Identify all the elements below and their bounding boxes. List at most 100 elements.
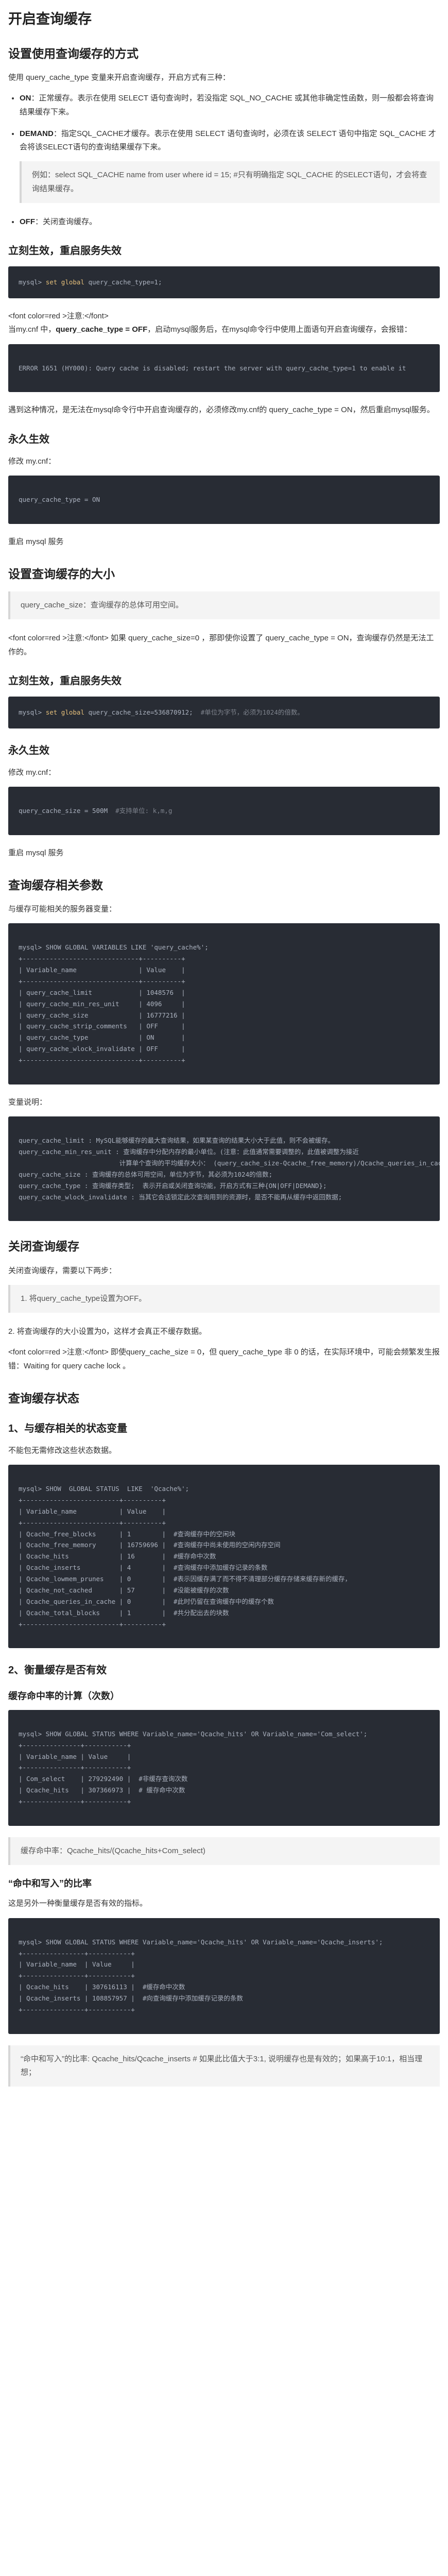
heading-hit-write-ratio: “命中和写入”的比率	[8, 1878, 92, 1889]
code-line: 计算单个查询的平均缓存大小： (query_cache_size-Qcache_…	[19, 1159, 440, 1167]
list-item-text: ：关闭查询缓存。	[35, 217, 97, 226]
code-line: | query_cache_type | ON |	[19, 1033, 185, 1042]
code-block: mysql> SHOW GLOBAL STATUS WHERE Variable…	[8, 1709, 440, 1826]
code-block: mysql> set global query_cache_type=1;	[8, 266, 440, 299]
paragraph: 重启 mysql 服务	[8, 537, 64, 546]
list-item: OFF：关闭查询缓存。	[20, 215, 440, 229]
code-line: +-------------------------+----------+	[19, 1620, 166, 1628]
code-line: query_cache_wlock_invalidate : 当其它会话锁定此次…	[19, 1193, 342, 1201]
code-text: query_cache_size = 500M	[19, 806, 108, 815]
paragraph: 不能包无需修改这些状态数据。	[8, 1446, 117, 1455]
code-line: +------------------------------+--------…	[19, 955, 185, 963]
code-line: mysql> SHOW GLOBAL STATUS WHERE Variable…	[19, 1730, 368, 1738]
heading-disable-cache: 关闭查询缓存	[8, 1240, 79, 1253]
code-line: | Qcache_hits | 307366973 | # 缓存命中次数	[19, 1786, 185, 1794]
code-line: +------------------------------+--------…	[19, 1056, 185, 1064]
code-block: mysql> set global query_cache_size=53687…	[8, 696, 440, 728]
code-comment: #支持单位: k,m,g	[108, 806, 173, 815]
code-prompt: mysql>	[19, 708, 46, 716]
list-item: DEMAND：指定SQL_CACHE才缓存。表示在使用 SELECT 语句查询时…	[20, 127, 440, 203]
code-line: | Com_select | 279292490 | #非缓存查询次数	[19, 1775, 188, 1783]
code-keyword: set global	[45, 708, 84, 716]
code-line: | query_cache_min_res_unit | 4096 |	[19, 999, 185, 1008]
error-text: ERROR 1651 (HY000): Query cache is disab…	[19, 364, 406, 372]
code-block: mysql> SHOW GLOBAL STATUS WHERE Variable…	[8, 1918, 440, 2034]
list-item-text: ：正常缓存。表示在使用 SELECT 语句查询时，若没指定 SQL_NO_CAC…	[20, 94, 434, 116]
code-line: mysql> SHOW GLOBAL STATUS WHERE Variable…	[19, 1938, 383, 1946]
heading-cache-status: 查询缓存状态	[8, 1391, 79, 1405]
code-line: | Qcache_free_blocks | 1 | #查询缓存中的空闲块	[19, 1530, 236, 1538]
code-line: query_cache_size : 查询缓存的总体可用空间，单位为字节，其必须…	[19, 1170, 273, 1178]
paragraph-text: 当my.cnf 中，	[8, 325, 56, 334]
code-block: ERROR 1651 (HY000): Query cache is disab…	[8, 344, 440, 393]
code-line: mysql> SHOW GLOBAL VARIABLES LIKE 'query…	[19, 943, 209, 952]
bold-text: query_cache_type = OFF	[56, 325, 148, 334]
paragraph: 重启 mysql 服务	[8, 848, 64, 857]
code-line: | Qcache_queries_in_cache | 0 | #此时仍留在查询…	[19, 1597, 274, 1605]
quote-text: 缓存命中率：Qcache_hits/(Qcache_hits+Com_selec…	[21, 1846, 205, 1855]
code-line: +-------------------------+----------+	[19, 1518, 166, 1527]
code-prompt: mysql>	[19, 278, 46, 286]
heading-cache-params: 查询缓存相关参数	[8, 878, 103, 892]
quote-text: 1. 将query_cache_type设置为OFF。	[21, 1294, 147, 1303]
code-line: mysql> SHOW GLOBAL STATUS LIKE 'Qcache%'…	[19, 1485, 189, 1493]
bold-label: ON	[20, 94, 31, 103]
code-line: | Variable_name | Value |	[19, 966, 185, 974]
list-item-text: ：指定SQL_CACHE才缓存。表示在使用 SELECT 语句查询时，必须在该 …	[20, 129, 436, 152]
heading-permanent-effect: 永久生效	[8, 433, 49, 445]
code-line: | query_cache_wlock_invalidate | OFF |	[19, 1045, 185, 1053]
code-block: mysql> SHOW GLOBAL STATUS LIKE 'Qcache%'…	[8, 1465, 440, 1649]
paragraph: 修改 my.cnf：	[8, 768, 56, 777]
code-line: | Variable_name | Value |	[19, 1752, 131, 1760]
code-line: | query_cache_strip_comments | OFF |	[19, 1022, 185, 1030]
bold-label: DEMAND	[20, 129, 54, 138]
paragraph: 2. 将查询缓存的大小设置为0，这样才会真正不缓存数据。	[8, 1327, 207, 1336]
code-text: query_cache_type=1;	[84, 278, 162, 286]
heading-cache-size: 设置查询缓存的大小	[8, 567, 115, 581]
paragraph: 关闭查询缓存，需要以下两步：	[8, 1266, 117, 1275]
blockquote: 例如：select SQL_CACHE name from user where…	[20, 161, 440, 203]
code-line: | Qcache_total_blocks | 1 | #共分配出去的块数	[19, 1608, 229, 1617]
heading-cache-effectiveness: 2、衡量缓存是否有效	[8, 1665, 107, 1676]
paragraph: <font color=red >注意:</font> 如果 query_cac…	[8, 634, 434, 656]
code-line: +----------------+-----------+	[19, 1949, 135, 1957]
code-line: | Qcache_lowmem_prunes | 0 | #表示因缓存满了而不得…	[19, 1575, 352, 1583]
paragraph: <font color=red >注意:</font> 当my.cnf 中，que…	[8, 310, 440, 337]
paragraph: 使用 query_cache_type 变量来开启查询缓存，开启方式有三种：	[8, 73, 230, 82]
code-line: | query_cache_size | 16777216 |	[19, 1011, 185, 1019]
code-line: | Variable_name | Value |	[19, 1960, 135, 1969]
code-keyword: set global	[45, 278, 84, 286]
code-line: +------------------------------+--------…	[19, 977, 185, 985]
heading-immediate-effect: 立刻生效，重启服务失效	[8, 675, 122, 687]
note-label: <font color=red >注意:</font>	[8, 312, 109, 321]
blockquote: 1. 将query_cache_type设置为OFF。	[8, 1284, 440, 1313]
list-item: ON：正常缓存。表示在使用 SELECT 语句查询时，若没指定 SQL_NO_C…	[20, 92, 440, 119]
code-line: +----------------+-----------+	[19, 2005, 135, 2013]
blockquote: “命中和写入”的比率: Qcache_hits/Qcache_inserts #…	[8, 2045, 440, 2087]
code-line: | Variable_name | Value |	[19, 1507, 166, 1515]
code-line: +-------------------------+----------+	[19, 1496, 166, 1504]
code-line: query_cache_limit : MySQL能够缓存的最大查询结果，如果某…	[19, 1137, 335, 1145]
paragraph: 修改 my.cnf：	[8, 456, 56, 466]
code-line: query_cache_type : 查询缓存类型; 表示开启或关闭查询功能，开…	[19, 1181, 327, 1190]
code-line: | Qcache_free_memory | 16759696 | #查询缓存中…	[19, 1541, 281, 1549]
blockquote: query_cache_size：查询缓存的总体可用空间。	[8, 591, 440, 620]
code-line: | Qcache_inserts | 108857957 | #向查询缓存中添加…	[19, 1994, 243, 2003]
paragraph: 与缓存可能相关的服务器变量：	[8, 905, 117, 914]
quote-text: 例如：select SQL_CACHE name from user where…	[32, 171, 427, 193]
code-block: mysql> SHOW GLOBAL VARIABLES LIKE 'query…	[8, 923, 440, 1084]
code-line: +---------------+-----------+	[19, 1741, 131, 1749]
code-line: | Qcache_hits | 16 | #缓存命中次数	[19, 1552, 216, 1561]
code-line: query_cache_min_res_unit : 查询缓存中分配内存的最小单…	[19, 1148, 359, 1156]
code-text: query_cache_type = ON	[19, 495, 100, 503]
blockquote: 缓存命中率：Qcache_hits/(Qcache_hits+Com_selec…	[8, 1837, 440, 1866]
code-block: query_cache_type = ON	[8, 475, 440, 524]
heading-immediate-effect: 立刻生效，重启服务失效	[8, 245, 122, 257]
bullet-list: ON：正常缓存。表示在使用 SELECT 语句查询时，若没指定 SQL_NO_C…	[8, 92, 440, 229]
paragraph: 遇到这种情况，是无法在mysql命令行中开启查询缓存的，必须修改my.cnf的 …	[8, 405, 435, 415]
code-line: +----------------+-----------+	[19, 1972, 135, 1980]
heading-status-vars: 1、与缓存相关的状态变量	[8, 1422, 128, 1434]
paragraph-text: ，启动mysql服务后，在mysql命令行中使用上面语句开启查询缓存，会报错：	[147, 325, 412, 334]
heading-cache-mode: 设置使用查询缓存的方式	[8, 47, 139, 61]
code-line: | Qcache_hits | 307616113 | #缓存命中次数	[19, 1983, 185, 1991]
